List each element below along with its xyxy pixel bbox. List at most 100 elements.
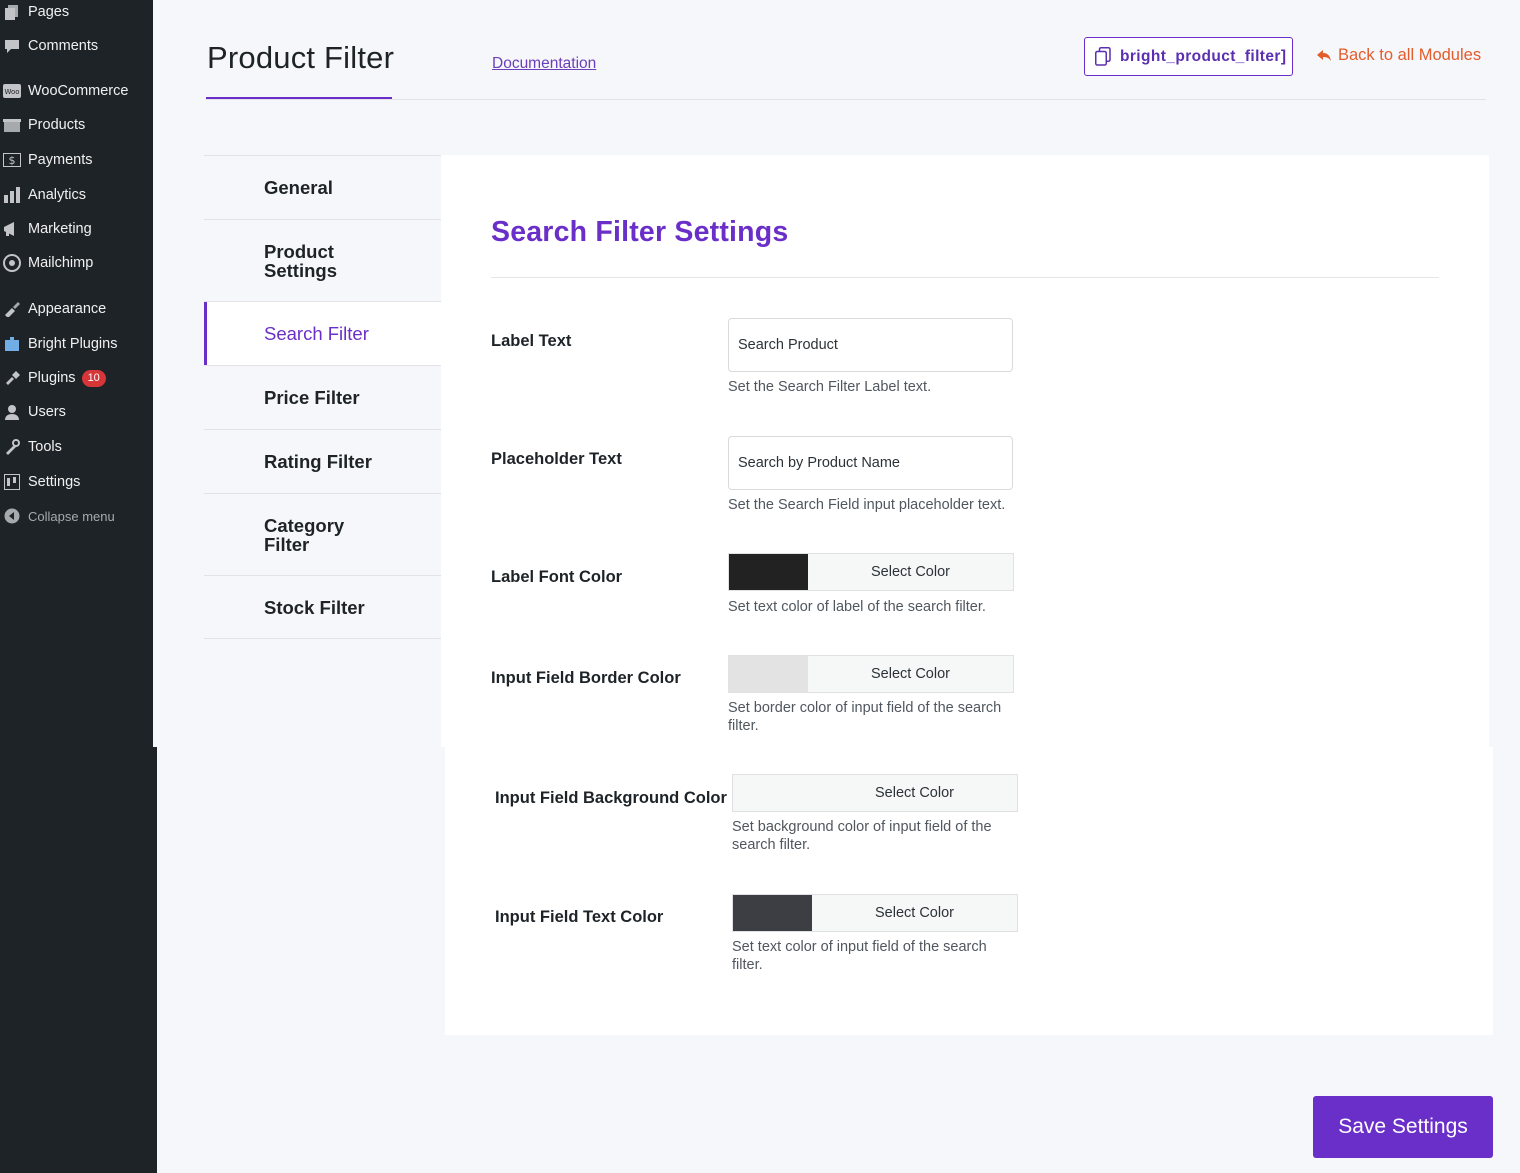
label-text-label: Label Text [491,332,572,350]
mailchimp-icon [2,254,22,272]
menu-label-comments: Comments [28,38,99,54]
svg-text:Woo: Woo [4,88,19,96]
header-divider [206,99,1486,100]
input-text-color-label: Input Field Text Color [495,908,664,926]
select-color-label: Select Color [875,905,954,921]
input-border-color-label: Input Field Border Color [491,669,681,687]
menu-label-appearance: Appearance [28,301,107,317]
plugins-update-badge: 10 [81,369,106,387]
tab-product-settings[interactable]: Product Settings [204,219,441,301]
pages-icon [2,3,22,21]
tab-stock-filter[interactable]: Stock Filter [204,575,441,639]
menu-label-products: Products [28,117,86,133]
menu-label-analytics: Analytics [28,187,87,203]
tools-icon [2,438,22,456]
tab-label: General [264,177,333,198]
back-link-label: Back to all Modules [1338,46,1482,64]
menu-item-marketing[interactable]: Marketing [0,214,92,244]
copy-shortcode-button[interactable]: bright_product_filter] [1084,37,1293,76]
menu-item-products[interactable]: Products [0,110,85,140]
section-title: Search Filter Settings [491,216,789,248]
menu-label-pages: Pages [28,4,70,20]
input-bg-color-picker[interactable]: Select Color [732,774,1018,812]
users-icon [2,403,22,421]
section-divider [491,277,1439,278]
tab-price-filter[interactable]: Price Filter [204,365,441,429]
input-text-color-help: Set text color of input field of the sea… [732,939,987,973]
bright-plugins-icon [2,335,22,353]
menu-item-users[interactable]: Users [0,397,66,427]
menu-label-mailchimp: Mailchimp [28,255,94,271]
menu-label-bright-plugins: Bright Plugins [28,336,118,352]
label-font-color-help: Set text color of label of the search fi… [728,599,986,615]
menu-item-plugins[interactable]: Plugins 10 [0,363,106,393]
select-color-label: Select Color [875,785,954,801]
tab-label: Price Filter [264,387,360,408]
input-text-color-swatch [733,895,812,931]
menu-item-settings[interactable]: Settings [0,467,80,497]
menu-item-pages[interactable]: Pages [0,0,69,27]
menu-label-plugins: Plugins [28,370,76,386]
back-to-modules-link[interactable]: Back to all Modules [1316,46,1481,65]
documentation-link[interactable]: Documentation [492,55,596,73]
menu-item-woocommerce[interactable]: Woo WooCommerce [0,76,128,106]
tab-general[interactable]: General [204,155,441,219]
menu-item-appearance[interactable]: Appearance [0,294,106,324]
menu-item-analytics[interactable]: Analytics [0,180,86,210]
menu-label-payments: Payments [28,152,93,168]
wp-admin-sidebar-lower [0,747,157,1173]
menu-item-comments[interactable]: Comments [0,31,98,61]
tab-rating-filter[interactable]: Rating Filter [204,429,441,493]
input-bg-color-help: Set background color of input field of t… [732,819,992,853]
input-bg-color-swatch [733,775,812,811]
menu-label-settings: Settings [28,474,81,490]
input-border-color-picker[interactable]: Select Color [728,655,1014,693]
label-font-color-picker[interactable]: Select Color [728,553,1014,591]
settings-icon [2,473,22,491]
menu-item-tools[interactable]: Tools [0,432,62,462]
input-text-color-picker[interactable]: Select Color [732,894,1018,932]
payments-icon: $ [2,151,22,169]
select-color-label: Select Color [871,666,950,682]
tab-label: Stock Filter [264,596,365,618]
shortcode-text: bright_product_filter] [1120,47,1287,65]
tab-label: Product Settings [264,240,337,281]
menu-item-payments[interactable]: $ Payments [0,145,92,175]
input-border-color-help: Set border color of input field of the s… [728,700,1002,734]
settings-tabs: General Product Settings Search Filter P… [204,155,441,639]
menu-label-users: Users [28,404,66,420]
comments-icon [2,37,22,55]
marketing-icon [2,220,22,238]
copy-icon [1095,47,1111,66]
tab-label: Category Filter [264,514,345,555]
label-font-color-swatch [729,554,808,590]
analytics-icon [2,186,22,204]
collapse-menu-button[interactable]: Collapse menu [0,501,115,531]
svg-text:$: $ [9,154,16,167]
reply-arrow-icon [1316,49,1332,63]
page-title: Product Filter [207,40,395,75]
menu-item-mailchimp[interactable]: Mailchimp [0,248,93,278]
menu-item-bright-plugins[interactable]: Bright Plugins [0,329,117,359]
tab-search-filter[interactable]: Search Filter [204,301,441,365]
tab-label: Search Filter [264,323,369,344]
select-color-label: Select Color [871,564,950,580]
menu-label-collapse: Collapse menu [28,508,115,524]
label-font-color-label: Label Font Color [491,568,623,586]
placeholder-text-input[interactable] [728,436,1013,490]
input-bg-color-label: Input Field Background Color [495,789,727,807]
placeholder-text-label: Placeholder Text [491,450,622,468]
label-text-help: Set the Search Filter Label text. [728,379,932,395]
menu-label-woocommerce: WooCommerce [28,83,129,99]
woocommerce-icon: Woo [2,82,22,100]
products-icon [2,116,22,134]
save-settings-button[interactable]: Save Settings [1313,1096,1493,1158]
plugins-icon [2,369,22,387]
menu-label-tools: Tools [28,439,62,455]
tab-category-filter[interactable]: Category Filter [204,493,441,575]
tab-label: Rating Filter [264,451,372,472]
appearance-icon [2,300,22,318]
label-text-input[interactable] [728,318,1013,372]
menu-label-marketing: Marketing [28,221,92,237]
input-border-color-swatch [729,656,808,692]
